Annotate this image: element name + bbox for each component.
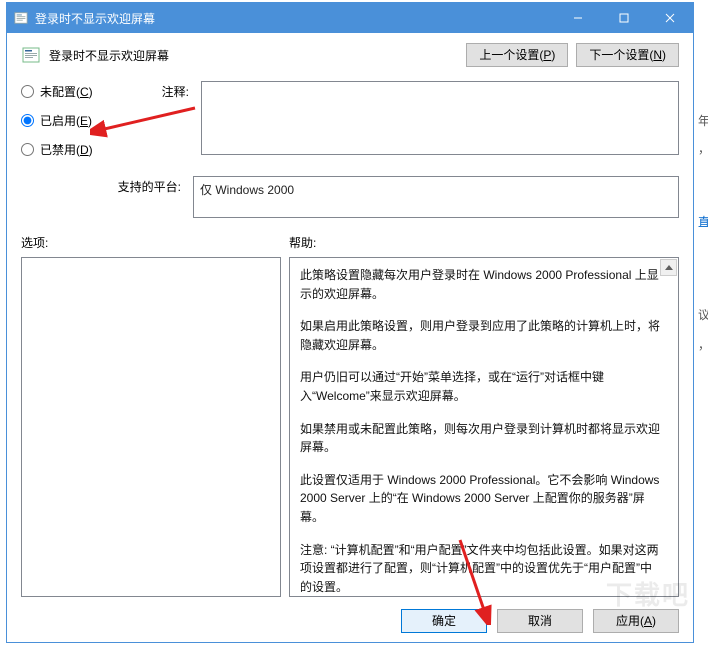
- maximize-button[interactable]: [601, 3, 647, 33]
- help-paragraph: 用户仍旧可以通过“开始”菜单选择，或在“运行”对话框中键入“Welcome”来显…: [300, 368, 660, 405]
- scroll-up-button[interactable]: [660, 259, 677, 276]
- radio-disabled-input[interactable]: [21, 143, 34, 156]
- help-label: 帮助:: [289, 234, 316, 251]
- apply-button[interactable]: 应用(A): [593, 609, 679, 633]
- panels: 此策略设置隐藏每次用户登录时在 Windows 2000 Professiona…: [21, 257, 679, 597]
- ok-button[interactable]: 确定: [401, 609, 487, 633]
- prev-setting-button[interactable]: 上一个设置(P): [466, 43, 568, 67]
- radio-enabled[interactable]: 已启用(E): [21, 112, 117, 129]
- titlebar-controls: [555, 3, 693, 33]
- close-button[interactable]: [647, 3, 693, 33]
- section-labels: 选项: 帮助:: [21, 234, 679, 251]
- footer-buttons: 确定 取消 应用(A): [21, 609, 679, 633]
- next-setting-button[interactable]: 下一个设置(N): [576, 43, 679, 67]
- options-panel[interactable]: [21, 257, 281, 597]
- platform-text: 仅 Windows 2000: [200, 183, 294, 197]
- radio-unconfigured[interactable]: 未配置(C): [21, 83, 117, 100]
- minimize-button[interactable]: [555, 3, 601, 33]
- options-label: 选项:: [21, 234, 289, 251]
- radio-group: 未配置(C) 已启用(E) 已禁用(D): [21, 81, 117, 170]
- policy-dialog-window: 登录时不显示欢迎屏幕 登录时不显示欢迎屏幕 上一个设置(P) 下一个设置(N) …: [6, 2, 694, 643]
- help-paragraph: 如果启用此策略设置，则用户登录到应用了此策略的计算机上时，将隐藏欢迎屏幕。: [300, 317, 660, 354]
- help-paragraph: 此设置仅适用于 Windows 2000 Professional。它不会影响 …: [300, 471, 660, 527]
- help-paragraph: 此策略设置隐藏每次用户登录时在 Windows 2000 Professiona…: [300, 266, 660, 303]
- platform-row: 支持的平台: 仅 Windows 2000: [117, 176, 679, 218]
- help-paragraph: 注意: “计算机配置”和“用户配置”文件夹中均包括此设置。如果对这两项设置都进行…: [300, 541, 660, 596]
- policy-icon: [13, 10, 29, 26]
- platform-label: 支持的平台:: [117, 176, 185, 218]
- titlebar-title: 登录时不显示欢迎屏幕: [35, 10, 555, 27]
- help-panel: 此策略设置隐藏每次用户登录时在 Windows 2000 Professiona…: [289, 257, 679, 597]
- policy-title: 登录时不显示欢迎屏幕: [49, 47, 458, 64]
- nav-buttons: 上一个设置(P) 下一个设置(N): [466, 43, 679, 67]
- help-text[interactable]: 此策略设置隐藏每次用户登录时在 Windows 2000 Professiona…: [290, 258, 678, 596]
- radio-unconfigured-input[interactable]: [21, 85, 34, 98]
- radio-disabled[interactable]: 已禁用(D): [21, 141, 117, 158]
- comment-label: 注释:: [125, 81, 193, 170]
- cancel-button[interactable]: 取消: [497, 609, 583, 633]
- policy-icon: [21, 45, 41, 65]
- dialog-content: 登录时不显示欢迎屏幕 上一个设置(P) 下一个设置(N) 未配置(C) 已启用(…: [7, 33, 693, 645]
- radio-enabled-input[interactable]: [21, 114, 34, 127]
- header-row: 登录时不显示欢迎屏幕 上一个设置(P) 下一个设置(N): [21, 43, 679, 67]
- titlebar: 登录时不显示欢迎屏幕: [7, 3, 693, 33]
- background-page-edge: 年 ， 直 议 ，: [696, 0, 708, 652]
- help-paragraph: 如果禁用或未配置此策略，则每次用户登录到计算机时都将显示欢迎屏幕。: [300, 420, 660, 457]
- config-row: 未配置(C) 已启用(E) 已禁用(D) 注释:: [21, 81, 679, 170]
- platform-textarea[interactable]: 仅 Windows 2000: [193, 176, 679, 218]
- comment-textarea[interactable]: [201, 81, 679, 155]
